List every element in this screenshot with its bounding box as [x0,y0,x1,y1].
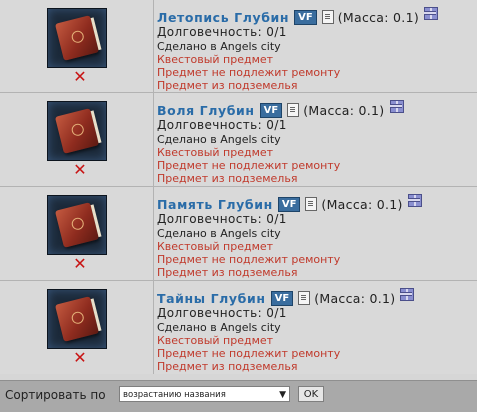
column-divider [153,93,154,186]
item-durability: Долговечность: 0/1 [157,212,287,226]
item-quest-flag: Квестовый предмет [157,334,274,347]
column-divider [153,187,154,280]
item-quest-flag: Квестовый предмет [157,146,274,159]
item-title-row: Летопись Глубин VF (Масса: 0.1) [157,6,473,26]
item-mass: (Масса: 0.1) [314,290,396,306]
sort-selected-value: возрастанию названия [123,390,226,400]
book-icon [54,15,100,61]
sort-select[interactable]: возрастанию названия ▼ [119,386,290,402]
inventory-item: ✕ Тайны Глубин VF (Масса: 0.1) Долговечн… [0,281,477,374]
document-icon[interactable] [287,103,300,117]
item-name-link[interactable]: Воля Глубин [157,104,255,117]
column-divider [153,0,154,92]
vf-badge[interactable]: VF [294,9,317,25]
gift-icon[interactable] [407,193,422,207]
column-divider [153,281,154,374]
book-icon [54,202,100,248]
delete-x-icon[interactable]: ✕ [73,256,87,272]
item-info: Память Глубин VF (Масса: 0.1) Долговечно… [157,193,473,279]
item-info: Летопись Глубин VF (Масса: 0.1) Долговеч… [157,6,473,92]
sort-bar: Сортировать по возрастанию названия ▼ OK [0,380,477,412]
item-made-in: Сделано в Angels city [157,133,281,146]
item-durability: Долговечность: 0/1 [157,25,287,39]
item-no-repair-flag: Предмет не подлежит ремонту [157,253,341,266]
document-icon[interactable] [321,10,334,24]
ok-button[interactable]: OK [298,386,324,402]
item-mass: (Масса: 0.1) [337,9,420,25]
gift-icon[interactable] [389,99,404,113]
vf-badge[interactable]: VF [277,196,301,212]
item-image[interactable] [47,195,107,255]
inventory-item: ✕ Летопись Глубин VF (Масса: 0.1) Долгов… [0,0,477,93]
document-icon[interactable] [298,291,311,305]
inventory-list: ✕ Летопись Глубин VF (Масса: 0.1) Долгов… [0,0,477,374]
item-durability: Долговечность: 0/1 [157,118,287,132]
item-durability: Долговечность: 0/1 [157,306,287,320]
item-dungeon-flag: Предмет из подземелья [157,172,298,185]
item-no-repair-flag: Предмет не подлежит ремонту [157,347,341,360]
item-made-in: Сделано в Angels city [157,321,281,334]
dropdown-arrow-icon: ▼ [279,390,286,400]
item-quest-flag: Квестовый предмет [157,240,274,253]
item-dungeon-flag: Предмет из подземелья [157,79,298,92]
item-mass: (Масса: 0.1) [303,102,385,118]
item-name-link[interactable]: Память Глубин [157,198,273,211]
item-name-link[interactable]: Тайны Глубин [157,292,266,305]
vf-badge[interactable]: VF [270,290,294,306]
item-title-row: Воля Глубин VF (Масса: 0.1) [157,99,473,119]
delete-x-icon[interactable]: ✕ [73,69,87,85]
gift-icon[interactable] [400,287,415,301]
item-no-repair-flag: Предмет не подлежит ремонту [157,159,341,172]
sort-label: Сортировать по [5,388,106,402]
item-no-repair-flag: Предмет не подлежит ремонту [157,66,341,79]
inventory-item: ✕ Воля Глубин VF (Масса: 0.1) Долговечно… [0,93,477,187]
item-mass: (Масса: 0.1) [321,196,403,212]
inventory-item: ✕ Память Глубин VF (Масса: 0.1) Долговеч… [0,187,477,281]
vf-badge[interactable]: VF [259,102,283,118]
item-dungeon-flag: Предмет из подземелья [157,360,298,373]
item-quest-flag: Квестовый предмет [157,53,274,66]
item-dungeon-flag: Предмет из подземелья [157,266,298,279]
document-icon[interactable] [305,197,318,211]
item-image[interactable] [47,8,107,68]
item-info: Тайны Глубин VF (Масса: 0.1) Долговечнос… [157,287,473,373]
book-icon [54,296,100,342]
item-made-in: Сделано в Angels city [157,227,281,240]
book-icon [54,108,100,154]
item-info: Воля Глубин VF (Масса: 0.1) Долговечност… [157,99,473,185]
item-title-row: Тайны Глубин VF (Масса: 0.1) [157,287,473,307]
delete-x-icon[interactable]: ✕ [73,162,87,178]
delete-x-icon[interactable]: ✕ [73,350,87,366]
item-image[interactable] [47,289,107,349]
item-title-row: Память Глубин VF (Масса: 0.1) [157,193,473,213]
item-made-in: Сделано в Angels city [157,40,281,53]
gift-icon[interactable] [424,6,439,20]
item-image[interactable] [47,101,107,161]
item-name-link[interactable]: Летопись Глубин [157,11,289,24]
